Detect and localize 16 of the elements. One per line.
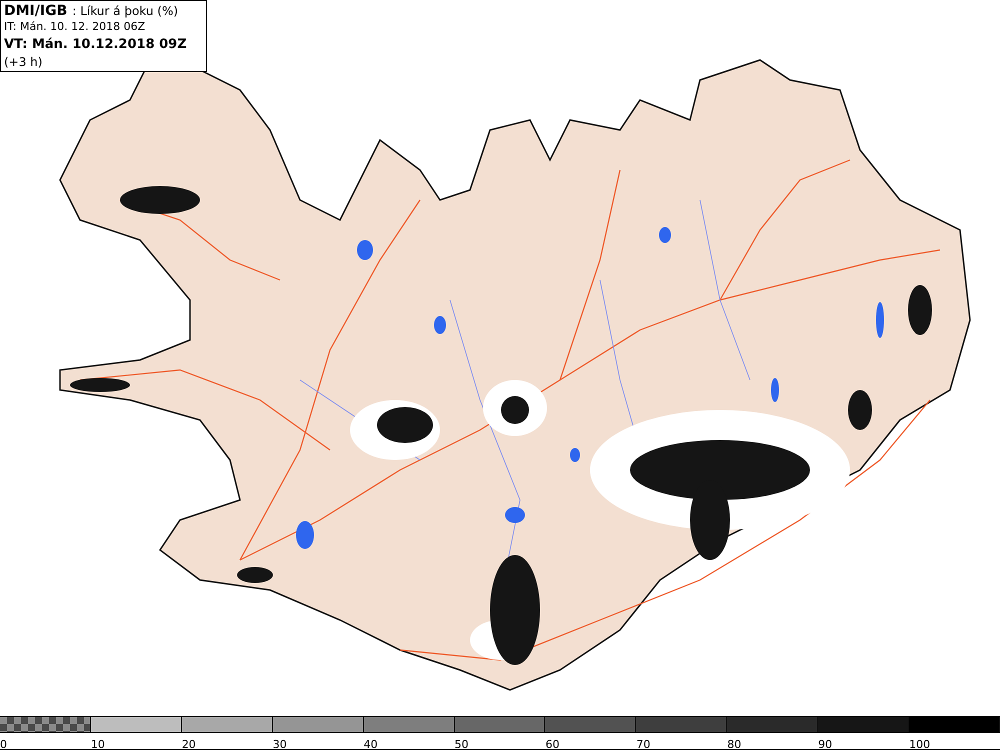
legend-label: 10 — [90, 738, 105, 750]
legend-label: 30 — [272, 738, 287, 750]
legend-label: 80 — [727, 738, 742, 750]
legend-label: 100 — [909, 738, 930, 750]
source-label: DMI/IGB — [4, 3, 68, 19]
legend-label: 40 — [364, 738, 378, 750]
issue-time: IT: Mán. 10. 12. 2018 06Z — [4, 19, 146, 35]
legend-label: 60 — [545, 738, 560, 750]
map-title: : Líkur á þoku (%) — [72, 4, 178, 18]
forecast-offset: (+3 h) — [4, 55, 42, 69]
legend-label: 90 — [818, 738, 832, 750]
legend-label: 50 — [454, 738, 469, 750]
legend-label: 20 — [182, 738, 196, 750]
legend-label: 0 — [0, 738, 7, 750]
valid-time: VT: Mán. 10.12.2018 09Z — [4, 37, 187, 52]
legend-label: 70 — [636, 738, 650, 750]
